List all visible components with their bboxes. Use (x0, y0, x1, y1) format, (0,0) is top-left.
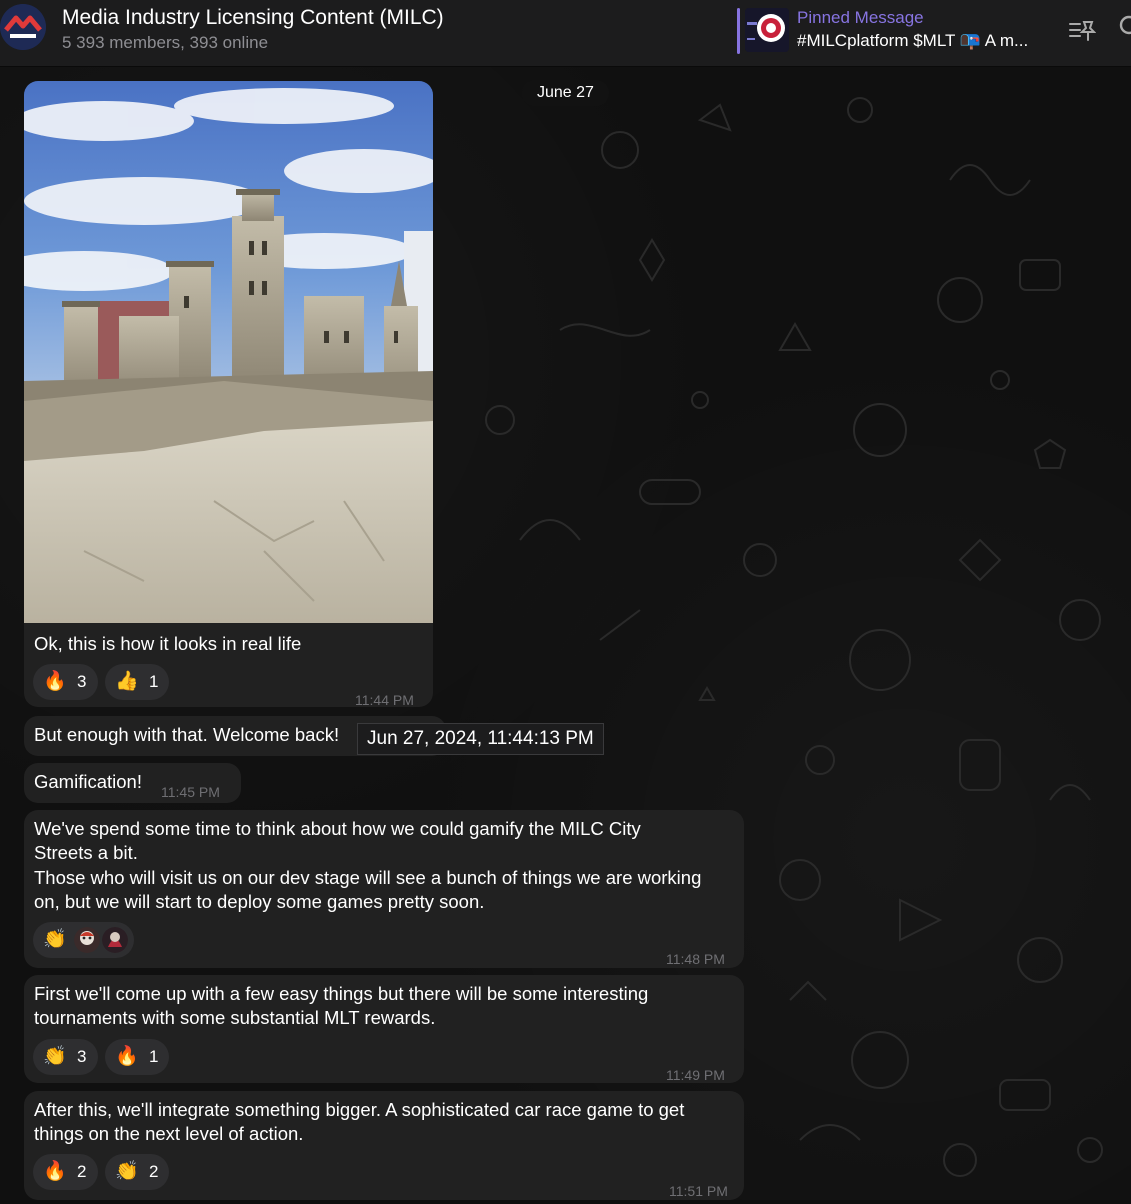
reaction-count: 1 (149, 1046, 159, 1066)
clap-icon: 👏 (115, 1160, 139, 1182)
message-text: First we'll come up with a few easy thin… (34, 983, 649, 1004)
reaction-count: 2 (149, 1161, 159, 1181)
castle-photo[interactable] (24, 81, 433, 623)
message-text: But enough with that. Welcome back! (34, 724, 340, 745)
reaction-fire[interactable]: 🔥 2 (33, 1154, 98, 1190)
clap-icon: 👏 (43, 928, 67, 950)
message-time: 11:49 PM (666, 1067, 725, 1083)
pinned-label: Pinned Message (797, 8, 924, 27)
reaction-fire[interactable]: 🔥 1 (105, 1039, 169, 1075)
message-text: on, but we will start to deploy some gam… (34, 891, 485, 912)
reaction-clap[interactable]: 👏 (33, 922, 134, 958)
reaction-count: 3 (77, 1046, 87, 1066)
timestamp-tooltip: Jun 27, 2024, 11:44:13 PM (357, 723, 604, 755)
reaction-count: 2 (77, 1161, 87, 1181)
message-bubble[interactable]: We've spend some time to think about how… (24, 810, 744, 968)
reaction-count: 1 (149, 671, 159, 691)
message-text: Those who will visit us on our dev stage… (34, 867, 702, 888)
pinned-indicator (737, 8, 740, 54)
message-bubble[interactable]: Gamification! 11:45 PM (24, 763, 241, 803)
message-time: 11:48 PM (666, 951, 725, 967)
pinned-message[interactable]: Pinned Message #MILCplatform $MLT 📭 A m.… (737, 6, 1057, 58)
search-icon[interactable] (1118, 14, 1131, 40)
channel-avatar[interactable] (0, 4, 46, 50)
fire-icon: 🔥 (43, 670, 67, 692)
date-separator: June 27 (522, 80, 609, 106)
reaction-thumbs-up[interactable]: 👍 1 (105, 664, 169, 700)
pinned-thumbnail (745, 8, 789, 52)
fire-icon: 🔥 (43, 1160, 67, 1182)
message-bubble[interactable]: First we'll come up with a few easy thin… (24, 975, 744, 1083)
message-bubble[interactable]: Ok, this is how it looks in real life 🔥 … (24, 81, 433, 708)
message-text: Streets a bit. (34, 842, 138, 863)
reaction-count: 3 (77, 671, 87, 691)
clap-icon: 👏 (43, 1045, 67, 1067)
fire-icon: 🔥 (115, 1045, 139, 1067)
member-count: 5 393 members, 393 online (62, 33, 269, 52)
message-text: We've spend some time to think about how… (34, 818, 641, 839)
message-text: things on the next level of action. (34, 1123, 304, 1144)
message-text: Gamification! (34, 771, 142, 792)
castle-image (24, 81, 433, 623)
message-bubble[interactable]: After this, we'll integrate something bi… (24, 1091, 744, 1200)
message-text: After this, we'll integrate something bi… (34, 1099, 685, 1120)
reactor-avatar (102, 927, 128, 953)
pin-list-icon[interactable] (1068, 16, 1096, 44)
reaction-fire[interactable]: 🔥 3 (33, 664, 98, 700)
thumbs-up-icon: 👍 (115, 670, 139, 692)
pinned-text: #MILCplatform $MLT 📭 A m... (797, 31, 1029, 50)
message-time: 11:44 PM (355, 692, 414, 708)
milc-logo-icon (0, 4, 46, 50)
reactor-avatar (74, 927, 100, 953)
chat-title[interactable]: Media Industry Licensing Content (MILC) (62, 6, 444, 30)
message-time: 11:45 PM (161, 784, 220, 800)
reaction-clap[interactable]: 👏 2 (105, 1154, 169, 1190)
chat-header: Media Industry Licensing Content (MILC) … (0, 0, 1131, 67)
message-text: Ok, this is how it looks in real life (34, 633, 302, 654)
message-text: tournaments with some substantial MLT re… (34, 1007, 436, 1028)
reaction-clap[interactable]: 👏 3 (33, 1039, 98, 1075)
